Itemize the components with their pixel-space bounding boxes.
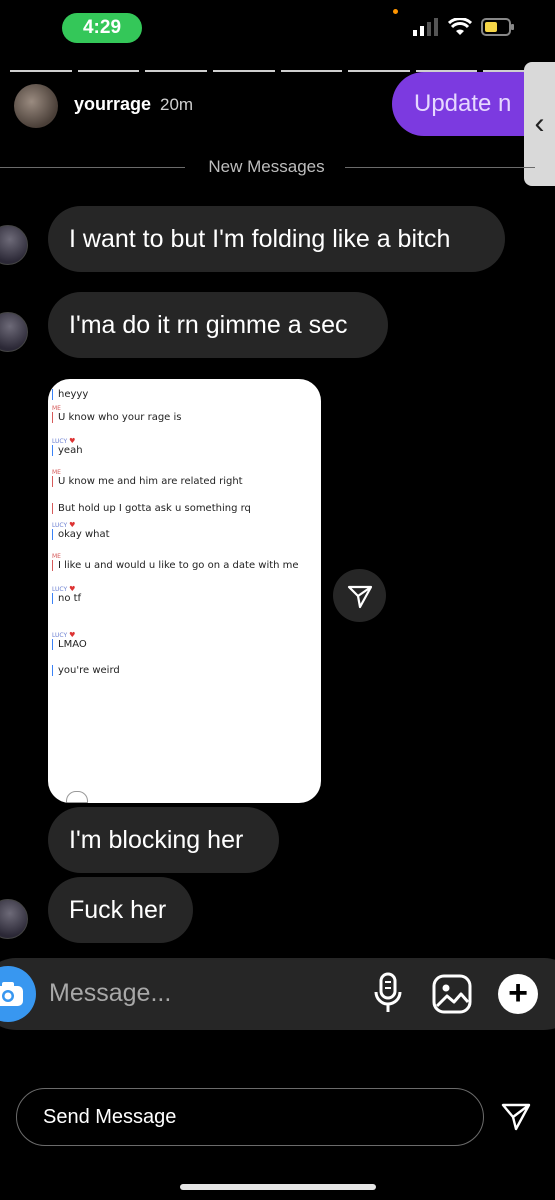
share-button[interactable] xyxy=(333,569,386,622)
gallery-icon[interactable] xyxy=(431,973,473,1015)
status-icons xyxy=(413,18,515,36)
screenshot-line: LUCY ♥ LMAO xyxy=(52,631,87,650)
camera-icon xyxy=(0,982,23,1006)
signal-icon xyxy=(413,18,438,36)
home-indicator[interactable] xyxy=(180,1184,376,1190)
progress-segment xyxy=(280,70,343,72)
progress-segment xyxy=(145,70,207,72)
message-bubble[interactable]: I want to but I'm folding like a bitch xyxy=(48,206,505,272)
progress-segment xyxy=(348,70,410,72)
message-input[interactable]: Message... xyxy=(49,979,171,1008)
profile-avatar[interactable] xyxy=(14,84,58,128)
username[interactable]: yourrage xyxy=(74,94,151,115)
screenshot-footer-icon xyxy=(66,791,88,803)
battery-icon xyxy=(481,18,514,36)
new-messages-divider: New Messages xyxy=(208,157,325,176)
progress-segment xyxy=(10,70,72,72)
privacy-indicator-dot xyxy=(393,9,398,14)
paper-plane-icon[interactable] xyxy=(500,1100,532,1132)
post-time: 20m xyxy=(160,95,194,114)
shared-screenshot[interactable]: heyyy ME U know who your rage is LUCY ♥ ye… xyxy=(48,379,321,803)
update-button-label: Update n xyxy=(414,90,512,117)
message-bubble[interactable]: I'm blocking her xyxy=(48,807,279,873)
sender-avatar[interactable] xyxy=(0,899,28,939)
screenshot-line: ME U know who your rage is xyxy=(52,405,182,423)
screenshot-line: you're weird xyxy=(52,665,120,676)
chevron-left-icon: ‹ xyxy=(534,107,545,140)
microphone-icon[interactable] xyxy=(373,972,403,1016)
wifi-icon xyxy=(448,18,472,35)
progress-segment xyxy=(77,70,140,72)
screenshot-line: But hold up I gotta ask u something rq xyxy=(52,503,251,514)
message-bubble[interactable]: Fuck her xyxy=(48,877,193,943)
paper-plane-icon xyxy=(347,585,372,608)
sender-avatar[interactable] xyxy=(0,225,28,265)
send-message-input[interactable]: Send Message xyxy=(16,1088,484,1146)
screenshot-line: LUCY ♥ yeah xyxy=(52,437,83,456)
screenshot-line: ME U know me and him are related right xyxy=(52,469,243,487)
screenshot-line: ME I like u and would u like to go on a d… xyxy=(52,553,299,571)
screenshot-line: LUCY ♥ no tf xyxy=(52,585,82,604)
add-button[interactable]: + xyxy=(498,974,538,1014)
message-bubble[interactable]: I'ma do it rn gimme a sec xyxy=(48,292,388,358)
plus-icon: + xyxy=(508,974,528,1012)
sender-avatar[interactable] xyxy=(0,312,28,352)
screenshot-line: LUCY ♥ okay what xyxy=(52,521,110,540)
screenshot-line: heyyy xyxy=(52,389,88,400)
send-message-label: Send Message xyxy=(43,1105,177,1128)
status-time: 4:29 xyxy=(62,13,142,43)
progress-segment xyxy=(212,70,275,72)
